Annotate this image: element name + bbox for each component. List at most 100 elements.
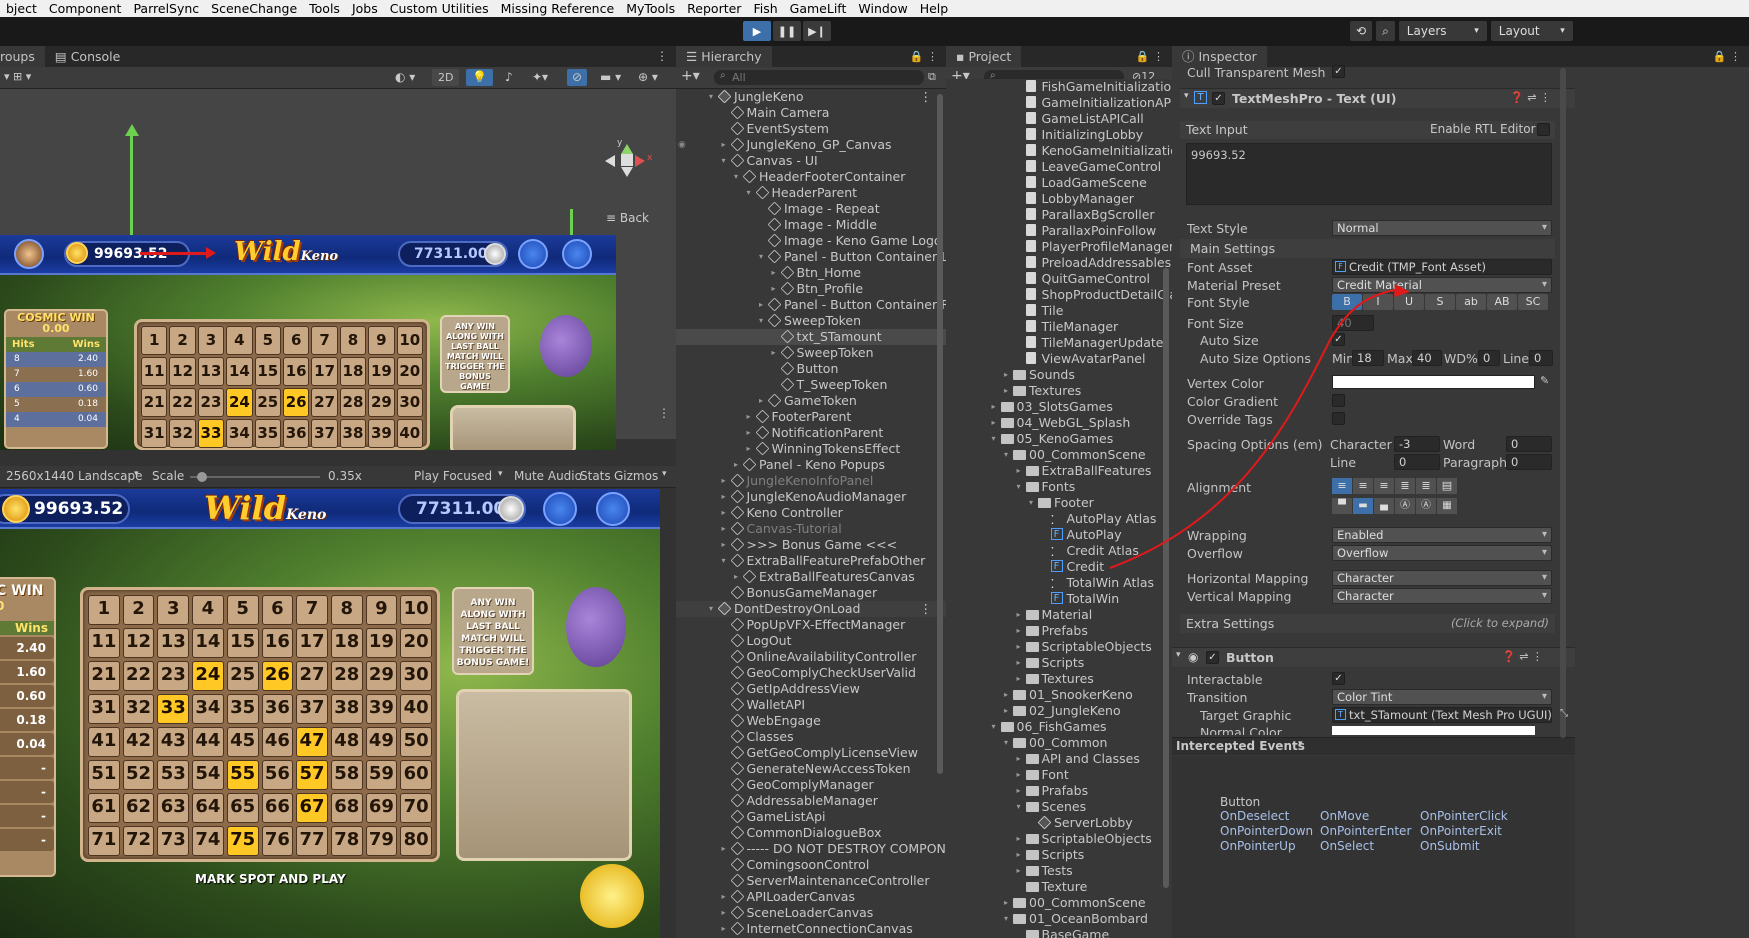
align-h-icon[interactable]: ▤: [1437, 478, 1457, 494]
row-menu-icon[interactable]: ⋮: [920, 601, 933, 617]
project-row[interactable]: GameListAPICall: [946, 111, 1172, 127]
expand-arrow-icon[interactable]: ▸: [756, 297, 766, 313]
expand-arrow-icon[interactable]: ▸: [744, 425, 754, 441]
menu-item-reporter[interactable]: Reporter: [681, 0, 747, 17]
extra-settings-header[interactable]: Extra Settings (Click to expand): [1180, 614, 1555, 633]
keno-number-cell[interactable]: 11: [141, 357, 168, 386]
hierarchy-row[interactable]: ▸ >>> Bonus Game <<<: [676, 537, 946, 553]
keno-number-cell[interactable]: 18: [330, 628, 363, 658]
inspector-lock-icon[interactable]: 🔒 ⋮: [1705, 46, 1749, 67]
scene-visibility-icon[interactable]: ⧉: [928, 70, 936, 84]
row-menu-icon[interactable]: ⋮: [920, 89, 933, 105]
keno-number-cell[interactable]: 57: [296, 760, 328, 790]
expand-arrow-icon[interactable]: ▾: [731, 169, 741, 185]
hierarchy-row[interactable]: GetIpAddressView: [676, 681, 946, 697]
hierarchy-row[interactable]: ▸ APILoaderCanvas: [676, 889, 946, 905]
gizmo-icon[interactable]: ⊕ ▾: [638, 70, 658, 84]
font-style-button[interactable]: S: [1425, 294, 1455, 310]
expand-arrow-icon[interactable]: ▸: [1014, 863, 1024, 879]
keno-number-cell[interactable]: 18: [339, 357, 367, 386]
project-row[interactable]: ServerLobby: [946, 815, 1172, 831]
kebab-menu-icon[interactable]: ⋮: [648, 46, 676, 67]
expand-arrow-icon[interactable]: ▸: [1001, 687, 1011, 703]
vmap-dropdown[interactable]: Character: [1332, 588, 1552, 604]
keno-number-cell[interactable]: 45: [226, 727, 259, 757]
project-row[interactable]: ⁚ Credit Atlas: [946, 543, 1172, 559]
settings-gear-icon[interactable]: [562, 239, 592, 269]
hierarchy-row[interactable]: ▾ Panel - Button Container Left: [676, 249, 946, 265]
keno-number-cell[interactable]: 8: [330, 595, 363, 625]
expand-arrow-icon[interactable]: ▸: [1001, 383, 1011, 399]
audio-toggle-icon[interactable]: ♪: [505, 70, 513, 84]
game-sound-icon[interactable]: [543, 492, 577, 526]
effects-icon[interactable]: ✦▾: [532, 70, 548, 84]
keno-number-cell[interactable]: 5: [254, 326, 281, 355]
keno-number-cell[interactable]: 26: [282, 388, 310, 417]
expand-arrow-icon[interactable]: ▸: [1014, 831, 1024, 847]
keno-number-cell[interactable]: 30: [400, 661, 432, 691]
keno-number-cell[interactable]: 76: [261, 826, 294, 856]
project-row[interactable]: ▸ Textures: [946, 671, 1172, 687]
tool-handle-icon[interactable]: ▾ ⊞ ▾: [4, 70, 31, 83]
keno-number-cell[interactable]: 55: [226, 760, 259, 790]
hierarchy-row[interactable]: T_SweepToken: [676, 377, 946, 393]
transition-dropdown[interactable]: Color Tint: [1332, 689, 1552, 705]
keno-number-cell[interactable]: 10: [400, 595, 432, 625]
hierarchy-row[interactable]: Button: [676, 361, 946, 377]
keno-number-cell[interactable]: 41: [88, 727, 120, 757]
align-h-icon[interactable]: ≡: [1374, 478, 1394, 494]
menu-item-missing-reference[interactable]: Missing Reference: [495, 0, 621, 17]
auto-size-checkbox[interactable]: ✓: [1332, 333, 1345, 346]
keno-number-cell[interactable]: 66: [261, 793, 294, 823]
menu-item-help[interactable]: Help: [914, 0, 955, 17]
tmp-component-header[interactable]: ▾ T ✓ TextMeshPro - Text (UI) ❓ ⇌ ⋮: [1180, 88, 1575, 108]
project-row[interactable]: ▸ Prafabs: [946, 783, 1172, 799]
line-spacing-field[interactable]: 0: [1394, 454, 1440, 470]
keno-number-cell[interactable]: 78: [330, 826, 363, 856]
keno-number-cell[interactable]: 25: [254, 388, 281, 417]
hierarchy-row[interactable]: ▸ JungleKenoAudioManager: [676, 489, 946, 505]
menu-item-scenechange[interactable]: SceneChange: [205, 0, 303, 17]
project-row[interactable]: ▸ Font: [946, 767, 1172, 783]
hierarchy-row[interactable]: txt_STamount: [676, 329, 946, 345]
hierarchy-scrollbar[interactable]: [937, 94, 943, 774]
play-coin-button[interactable]: [580, 864, 644, 928]
font-style-button[interactable]: ab: [1456, 294, 1486, 310]
project-row[interactable]: ▾ 00_CommonScene: [946, 447, 1172, 463]
keno-number-cell[interactable]: 3: [157, 595, 190, 625]
scene-viewport[interactable]: y x ≡ Back 99693.52 WildKeno 77311.00 CO…: [0, 89, 676, 450]
keno-number-cell[interactable]: 43: [157, 727, 190, 757]
layers-dropdown[interactable]: Layers ▾: [1398, 21, 1487, 41]
btn-2d[interactable]: 2D: [432, 69, 460, 86]
lighting-icon[interactable]: 💡: [466, 69, 493, 86]
hierarchy-row[interactable]: ▾ Canvas - UI: [676, 153, 946, 169]
hierarchy-search-input[interactable]: All: [714, 70, 924, 85]
project-row[interactable]: ▸ API and Classes: [946, 751, 1172, 767]
hierarchy-row[interactable]: ▸ Panel - Keno Popups: [676, 457, 946, 473]
keno-number-cell[interactable]: 60: [400, 760, 432, 790]
expand-arrow-icon[interactable]: ▾: [706, 601, 716, 617]
keno-number-cell[interactable]: 33: [197, 419, 225, 448]
expand-arrow-icon[interactable]: ▸: [1014, 671, 1024, 687]
hierarchy-row[interactable]: ▸ Btn_Profile: [676, 281, 946, 297]
project-row[interactable]: ▸ Tests: [946, 863, 1172, 879]
shading-mode-icon[interactable]: ◐ ▾: [395, 70, 415, 84]
expand-arrow-icon[interactable]: ▸: [744, 441, 754, 457]
scale-slider[interactable]: [190, 472, 320, 482]
keno-number-cell[interactable]: 68: [330, 793, 363, 823]
menu-item-component[interactable]: Component: [43, 0, 128, 17]
project-row[interactable]: ▸ ExtraBallFeatures: [946, 463, 1172, 479]
keno-number-cell[interactable]: 13: [197, 357, 225, 386]
hierarchy-row[interactable]: Classes: [676, 729, 946, 745]
expand-arrow-icon[interactable]: ▾: [744, 185, 754, 201]
keno-number-cell[interactable]: 69: [365, 793, 398, 823]
hierarchy-row[interactable]: ▸ ----- DO NOT DESTROY COMPONEN: [676, 841, 946, 857]
project-row[interactable]: ▸ Textures: [946, 383, 1172, 399]
hierarchy-row[interactable]: ▾ HeaderFooterContainer: [676, 169, 946, 185]
expand-arrow-icon[interactable]: ▸: [989, 399, 999, 415]
expand-arrow-icon[interactable]: ▾: [989, 719, 999, 735]
expand-arrow-icon[interactable]: ▸: [719, 921, 729, 937]
expand-arrow-icon[interactable]: ▸: [719, 889, 729, 905]
expand-arrow-icon[interactable]: ▸: [756, 393, 766, 409]
keno-number-cell[interactable]: 34: [226, 419, 253, 448]
